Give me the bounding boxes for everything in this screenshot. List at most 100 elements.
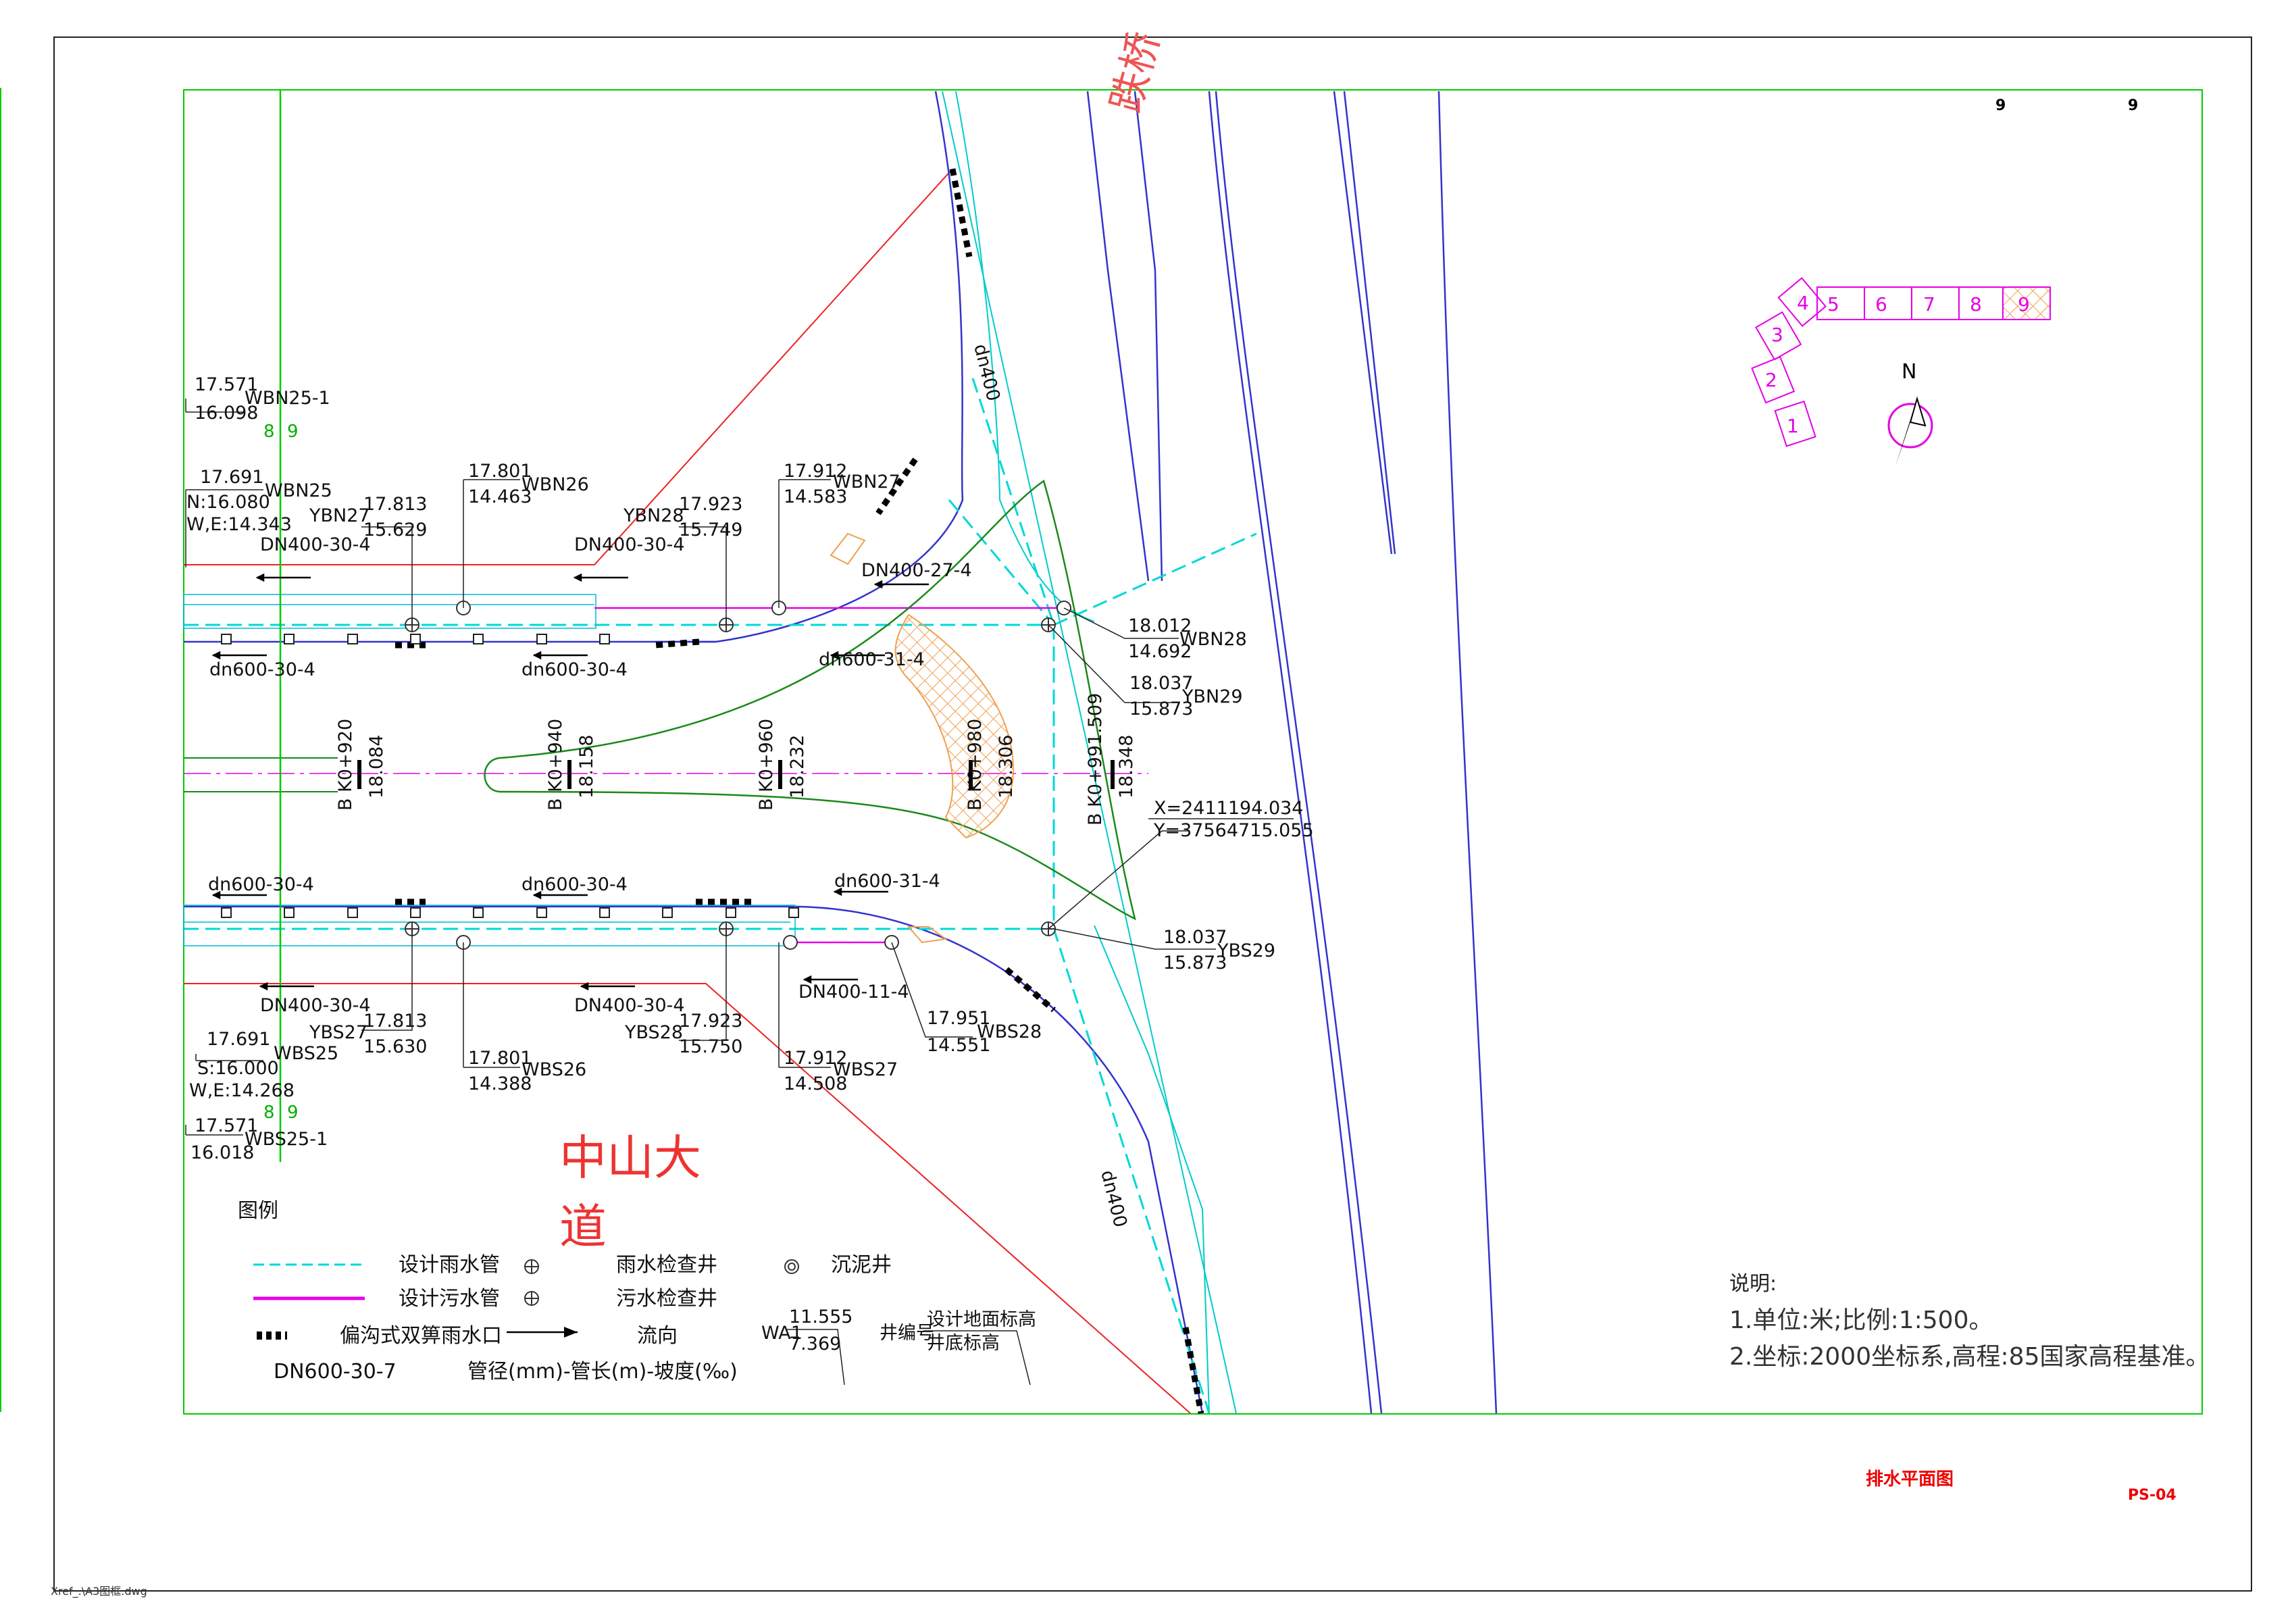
well-id: WBN26 xyxy=(521,474,589,495)
station-labels: B K0+920 18.084 B K0+940 18.158 B K0+960… xyxy=(335,693,1137,826)
notes-title: 说明: xyxy=(1729,1272,1777,1296)
svg-text:7: 7 xyxy=(1923,293,1935,315)
match-line-label: 9 xyxy=(287,1102,299,1123)
north-arrow-icon: N xyxy=(1887,360,1933,466)
well-bottom: N:16.080 xyxy=(186,492,270,513)
well-bottom-2: W,E:14.343 xyxy=(186,514,292,535)
legend-flow: 流向 xyxy=(637,1324,678,1348)
svg-text:5: 5 xyxy=(1827,293,1839,315)
top-place-text: 跌桥 xyxy=(1102,27,1169,118)
drainage-plan-drawing: 17.571 16.098 WBN25-1 17.691 N:16.080 W,… xyxy=(0,27,2252,1598)
drainage-plan-sheet: 17.571 16.098 WBN25-1 17.691 N:16.080 W,… xyxy=(0,0,2292,1621)
legend-pipe-spec: 管径(mm)-管长(m)-坡度(‰) xyxy=(467,1360,738,1384)
svg-text:9: 9 xyxy=(2018,293,2030,315)
svg-text:B K0+940: B K0+940 xyxy=(545,719,566,811)
well-id: WBS26 xyxy=(521,1059,586,1080)
svg-text:6: 6 xyxy=(1875,293,1887,315)
svg-text:dn600-31-4: dn600-31-4 xyxy=(834,871,940,892)
well-id: YBS29 xyxy=(1217,940,1275,961)
svg-text:井底标高: 井底标高 xyxy=(927,1333,1000,1354)
north-label: N xyxy=(1902,360,1916,384)
svg-text:B K0+980: B K0+980 xyxy=(965,719,986,811)
xref-path: Xref_.\A3图框.dwg xyxy=(51,1585,147,1598)
svg-text:dn400: dn400 xyxy=(969,342,1004,403)
svg-text:1: 1 xyxy=(1787,415,1799,437)
svg-text:dn600-30-4: dn600-30-4 xyxy=(521,659,628,680)
svg-text:设计地面标高: 设计地面标高 xyxy=(927,1309,1036,1330)
svg-text:井编号: 井编号 xyxy=(880,1323,934,1344)
well-id: YBN28 xyxy=(623,505,684,526)
svg-text:B K0+920: B K0+920 xyxy=(335,719,356,811)
sheet-code: PS-04 xyxy=(2128,1487,2176,1504)
svg-text:DN400-30-4: DN400-30-4 xyxy=(574,995,685,1016)
coord-x: X=2411194.034 xyxy=(1154,798,1303,819)
svg-text:18.306: 18.306 xyxy=(996,735,1017,798)
svg-text:4: 4 xyxy=(1797,292,1809,314)
svg-text:2: 2 xyxy=(1765,369,1777,391)
svg-text:dn600-30-4: dn600-30-4 xyxy=(208,874,314,895)
svg-text:dn600-30-4: dn600-30-4 xyxy=(521,874,628,895)
svg-text:DN400-27-4: DN400-27-4 xyxy=(861,560,972,581)
well-top: 17.923 xyxy=(679,494,742,515)
well-id: WBS28 xyxy=(977,1021,1042,1042)
well-bottom: 15.749 xyxy=(679,519,742,540)
legend: 图例 设计雨水管 设计污水管 偏沟式双箅雨水口 雨水检查井 污水检查井 流向 沉… xyxy=(238,1199,1036,1386)
legend-inlet: 偏沟式双箅雨水口 xyxy=(340,1324,502,1348)
well-id: YBN29 xyxy=(1181,686,1243,707)
svg-text:18.158: 18.158 xyxy=(576,735,597,798)
svg-text:B K0+991.509: B K0+991.509 xyxy=(1085,693,1106,826)
well-bottom: 15.750 xyxy=(679,1036,742,1057)
well-bottom: S:16.000 xyxy=(197,1058,279,1079)
road-name: 中山大 xyxy=(559,1130,701,1186)
well-bottom: 15.630 xyxy=(363,1036,427,1057)
well-id: YBS28 xyxy=(624,1022,683,1043)
hatched-area xyxy=(894,613,1015,839)
well-id: WBS25-1 xyxy=(245,1129,328,1150)
coord-y: Y=37564715.055 xyxy=(1153,820,1314,841)
svg-text:B K0+960: B K0+960 xyxy=(756,719,777,811)
well-id: WBN25-1 xyxy=(245,388,330,409)
well-id: WBN25 xyxy=(265,480,332,501)
legend-sewer-well: 污水检查井 xyxy=(616,1287,717,1311)
well-top: 17.923 xyxy=(679,1011,742,1032)
svg-text:dn600-30-4: dn600-30-4 xyxy=(209,659,315,680)
notes: 说明: 1.单位:米;比例:1:500。 2.坐标:2000坐标系,高程:85国… xyxy=(1729,1272,2210,1371)
svg-text:dn400: dn400 xyxy=(1096,1168,1131,1229)
svg-text:7.369: 7.369 xyxy=(789,1334,841,1354)
well-top: 17.691 xyxy=(200,467,263,488)
south-well-labels: 18.037 15.873 YBS29 17.813 15.630 YBS27 … xyxy=(189,927,1275,1163)
svg-text:3: 3 xyxy=(1771,324,1783,346)
legend-settling-well: 沉泥井 xyxy=(831,1253,892,1277)
svg-text:11.555: 11.555 xyxy=(789,1306,852,1327)
viewport-frame xyxy=(183,89,2203,1415)
svg-text:8: 8 xyxy=(1970,293,1982,315)
well-id: WBS25 xyxy=(274,1043,338,1064)
svg-text:18.232: 18.232 xyxy=(787,735,808,798)
corner-mark: 9 xyxy=(2128,97,2138,114)
svg-text:dn600-31-4: dn600-31-4 xyxy=(819,649,925,670)
legend-title: 图例 xyxy=(238,1199,278,1223)
well-id: WBN27 xyxy=(833,472,900,492)
svg-text:DN400-30-4: DN400-30-4 xyxy=(574,534,685,555)
well-bottom-2: W,E:14.268 xyxy=(189,1080,295,1101)
well-bottom: 15.629 xyxy=(363,519,427,540)
svg-text:DN400-11-4: DN400-11-4 xyxy=(798,982,909,1003)
svg-text:18.348: 18.348 xyxy=(1116,735,1137,798)
well-top: 17.813 xyxy=(363,1011,427,1032)
svg-text:DN400-30-4: DN400-30-4 xyxy=(260,534,371,555)
well-top: 17.813 xyxy=(363,494,427,515)
match-line-label: 9 xyxy=(287,422,299,442)
match-line-label: 8 xyxy=(263,1102,275,1123)
well-id: WBN28 xyxy=(1179,629,1247,650)
svg-text:18.084: 18.084 xyxy=(366,735,387,798)
notes-line-1: 1.单位:米;比例:1:500。 xyxy=(1729,1306,1993,1334)
legend-storm-pipe: 设计雨水管 xyxy=(399,1253,500,1277)
well-top: 17.691 xyxy=(207,1029,270,1050)
well-id: YBS27 xyxy=(309,1022,367,1043)
corner-mark: 9 xyxy=(1995,97,2006,114)
well-id: WBS27 xyxy=(833,1059,898,1080)
legend-sewer-pipe: 设计污水管 xyxy=(399,1287,500,1311)
svg-text:DN400-30-4: DN400-30-4 xyxy=(260,995,371,1016)
notes-line-2: 2.坐标:2000坐标系,高程:85国家高程基准。 xyxy=(1729,1343,2210,1371)
well-id: YBN27 xyxy=(309,505,370,526)
